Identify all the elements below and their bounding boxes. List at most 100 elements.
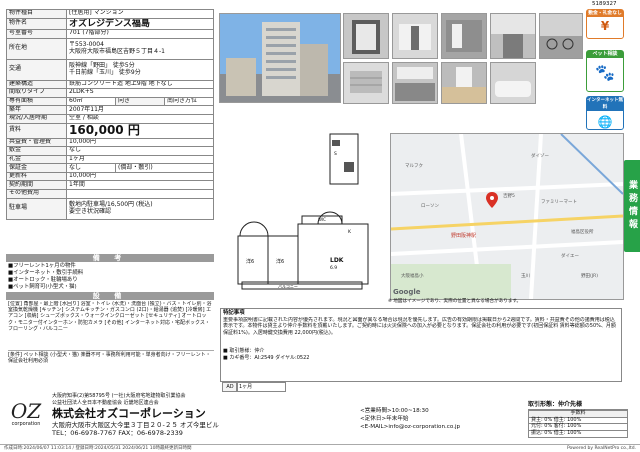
plan-room1: 洋6	[246, 259, 255, 265]
rent-value: 160,000 円	[66, 122, 214, 139]
hall-photo	[392, 13, 438, 59]
keymoney-value: 1ヶ月	[66, 154, 214, 165]
mailbox-photo	[343, 62, 389, 104]
notes-title: 特記事項	[223, 310, 245, 316]
layout-label: 間取りタイプ	[6, 88, 67, 98]
notes-text: 重要事項説明書に記載された内容が優先されます。現況と図面が異なる場合は現況を優先…	[223, 317, 616, 336]
remarks-banner: 備 考	[6, 254, 214, 262]
bath-photo	[490, 62, 536, 104]
google-logo: Google	[393, 288, 421, 296]
company-holiday: <定休日>年末年始	[360, 416, 409, 422]
commission-title: 取引形態：仲介先様	[528, 401, 628, 410]
paw-icon: 🐾	[595, 63, 615, 82]
remark-item: ■オートロック・駐輪場あり	[8, 277, 78, 283]
status-value: 空室 / 相談	[66, 113, 214, 124]
floor-plan: 洋6 洋6 LDK 6.9 K S WIC バルコニー	[218, 108, 388, 293]
plan-kitchen: K	[348, 230, 351, 235]
renewal-value: 10,000円	[66, 171, 214, 182]
notes-item: ■ カギ番号：AI:2549 ダイヤル:0522	[223, 354, 310, 361]
remarks-list: ■フリーレント1ヶ月の物件 ■インターネット・敷引手続料 ■オートロック・駐輪場…	[8, 263, 214, 291]
plan-wic: WIC	[318, 217, 326, 222]
parking-label: 駐車場	[6, 197, 67, 220]
map-label: 野田阪神駅	[451, 233, 477, 239]
structure-label: 建築構造	[6, 79, 67, 90]
plan-ldk: LDK	[330, 257, 344, 264]
plan-balcony: バルコニー	[278, 284, 298, 289]
plan-storage: S	[334, 152, 337, 157]
map[interactable]: マルフク ダイゾー ローソン ファミリーマート 吉野5 野田阪神駅 福島区役所 …	[390, 133, 624, 300]
side-tab-business-info[interactable]: 業務情報	[624, 160, 640, 252]
property-name: オズレジデンス福島	[66, 17, 214, 30]
contract-value: 1年間	[66, 180, 214, 191]
contract-label: 契約期間	[6, 180, 67, 191]
map-label: 玉川	[521, 274, 530, 279]
remark-item: ■フリーレント1ヶ月の物件	[8, 263, 76, 269]
commission-row: 振込: 0% 借主: 100%	[528, 430, 628, 438]
map-label: ダイエー	[561, 254, 579, 259]
address-value: 〒553-0004 大阪府大阪市福島区吉野５丁目４-1	[66, 37, 214, 60]
license-line2: 公益社団法人全日本不動産協会 近畿地区連合会	[52, 400, 159, 406]
badge-pet: ペット相談 🐾	[586, 50, 624, 92]
deposit-label: 敷金	[6, 146, 67, 156]
layout-value: 2LDK+S	[66, 88, 214, 98]
ad-value: 1ヶ月	[236, 382, 286, 392]
entrance-photo	[343, 13, 389, 59]
area-value: 60㎡	[66, 96, 116, 107]
badge-pet-label: ペット相談	[587, 51, 623, 58]
building-photo	[219, 13, 341, 103]
transport-value: 阪神線「野田」 徒歩5分 千日前線「玉川」 徒歩9分	[66, 58, 214, 81]
renewal-label: 更新料	[6, 171, 67, 182]
plan-ldk-size: 6.9	[330, 266, 338, 271]
built-label: 築年	[6, 105, 67, 115]
guarantee-note: (償却・敷引)	[115, 163, 214, 173]
guarantee-label: 保証金	[6, 163, 67, 173]
type-value: [住居用] マンション	[66, 9, 214, 19]
structure-value: 鉄筋コンクリート造 地上9階 地下なし	[66, 79, 214, 90]
footer-timestamp: 作成日時:2024/06/07 11:03:14 / 登録日時:2024/05/…	[4, 446, 192, 451]
badge-no-deposit: 敷金・礼金なし ¥	[586, 9, 624, 39]
map-label: 福島区役所	[571, 230, 594, 235]
badge-no-deposit-label: 敷金・礼金なし	[587, 10, 623, 17]
direction-label: 向き	[115, 96, 165, 107]
room-value: 701 (7階部分)	[66, 28, 214, 39]
parking-value: 敷地内駐車場/16,500円 (税込) 要空き状況確認	[66, 197, 214, 220]
room-photo	[441, 62, 487, 104]
map-label: 吉野5	[503, 194, 515, 199]
property-table: 物件種目 [住居用] マンション 物件名 オズレジデンス福島 号室番号 701 (7階…	[6, 9, 214, 220]
built-value: 2007年11月	[66, 105, 214, 115]
map-label: マルフク	[405, 164, 423, 169]
other-fee-value	[66, 189, 214, 199]
company-logo: OZ corporation	[8, 400, 44, 434]
mgmt-value: 10,000円	[66, 137, 214, 148]
keymoney-label: 礼金	[6, 154, 67, 165]
deposit-value: なし	[66, 146, 214, 156]
room-label: 号室番号	[6, 28, 67, 39]
kitchen-photo	[392, 62, 438, 104]
company-hours: <営業時間>10:00~18:30	[360, 408, 429, 414]
company-logo-mark: OZ	[10, 399, 42, 423]
parking-value-line2: 要空き状況確認	[69, 207, 112, 215]
area-label: 専有面積	[6, 96, 67, 107]
address-label: 所在地	[6, 37, 67, 60]
remark-item: ■ペット飼育可(小型犬・猫)	[8, 284, 77, 290]
globe-icon: 🌐	[597, 115, 613, 129]
name-label: 物件名	[6, 17, 67, 30]
remark-item: ■インターネット・敷引手続料	[8, 270, 84, 276]
map-label: ファミリーマート	[541, 200, 577, 205]
yen-icon: ¥	[600, 19, 610, 33]
map-label: ローソン	[421, 204, 439, 209]
map-caption: ※ 地図はイメージであり、実際の位置と異なる場合があります。	[388, 299, 522, 304]
equipment-notes: [条件] ペット相談 (小型犬・猫) 楽器不可・事務所利用可能・単身者向け・フリ…	[8, 350, 214, 370]
commission-box: 取引形態：仲介先様 手数料 貸主: 0% 借主: 100% 元付: 0% 客付:…	[528, 401, 628, 438]
status-label: 現況/入居時期	[6, 113, 67, 124]
map-label: 野田(JR)	[581, 274, 598, 279]
company-email[interactable]: <E-MAIL>info@oz-corporation.co.jp	[360, 424, 460, 430]
other-fee-label: その他費用	[6, 189, 67, 199]
notes-block: 特記事項 重要事項説明書に記載された内容が優先されます。現況と図面が異なる場合は…	[220, 308, 622, 382]
lobby-photo	[441, 13, 487, 59]
type-label: 物件種目	[6, 9, 67, 19]
bicycle-parking-photo	[539, 13, 583, 59]
plan-room2: 洋6	[276, 259, 285, 265]
company-tel-fax: TEL：06-6978-7767 FAX：06-6978-2339	[52, 429, 183, 437]
company-logo-sub: corporation	[11, 421, 41, 427]
